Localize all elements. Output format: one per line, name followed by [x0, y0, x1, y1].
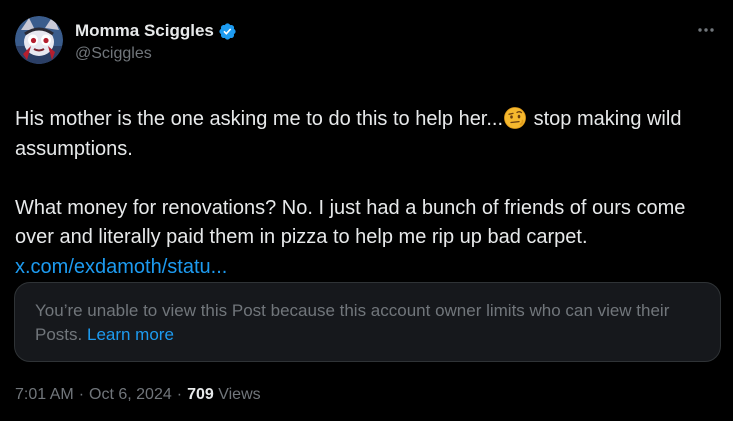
views-label: Views [218, 386, 261, 403]
post-header: Momma Sciggles @Sciggles [15, 16, 719, 74]
post-text-before-emoji: His mother is the one asking me to do th… [15, 108, 504, 130]
post-body: His mother is the one asking me to do th… [15, 105, 715, 282]
meta-separator: · [78, 386, 85, 403]
author-display-name[interactable]: Momma Sciggles [75, 21, 214, 41]
more-horizontal-icon[interactable] [693, 22, 719, 38]
learn-more-link[interactable]: Learn more [87, 325, 174, 344]
views-count: 709 [187, 386, 214, 403]
post-metadata: 7:01 AM · Oct 6, 2024 · 709 Views [15, 386, 261, 404]
unavailable-quote-notice: You’re unable to view this Post because … [14, 282, 721, 362]
face-with-raised-eyebrow-icon [504, 107, 526, 129]
post-paragraph-1: His mother is the one asking me to do th… [15, 105, 715, 164]
post-date[interactable]: Oct 6, 2024 [89, 386, 172, 404]
verified-badge-icon[interactable] [218, 22, 237, 41]
post-text-paragraph-2: What money for renovations? No. I just h… [15, 196, 686, 249]
author-handle[interactable]: @Sciggles [75, 45, 237, 63]
post-time[interactable]: 7:01 AM [15, 386, 74, 404]
post-paragraph-2: What money for renovations? No. I just h… [15, 194, 715, 283]
avatar-image [15, 16, 63, 64]
post: Momma Sciggles @Sciggles His mother is t… [0, 0, 733, 421]
avatar[interactable] [15, 16, 63, 64]
author-name-row: Momma Sciggles [75, 20, 237, 42]
meta-separator: · [176, 386, 183, 403]
author-identity: Momma Sciggles @Sciggles [75, 20, 237, 63]
post-link[interactable]: x.com/exdamoth/statu... [15, 256, 227, 278]
